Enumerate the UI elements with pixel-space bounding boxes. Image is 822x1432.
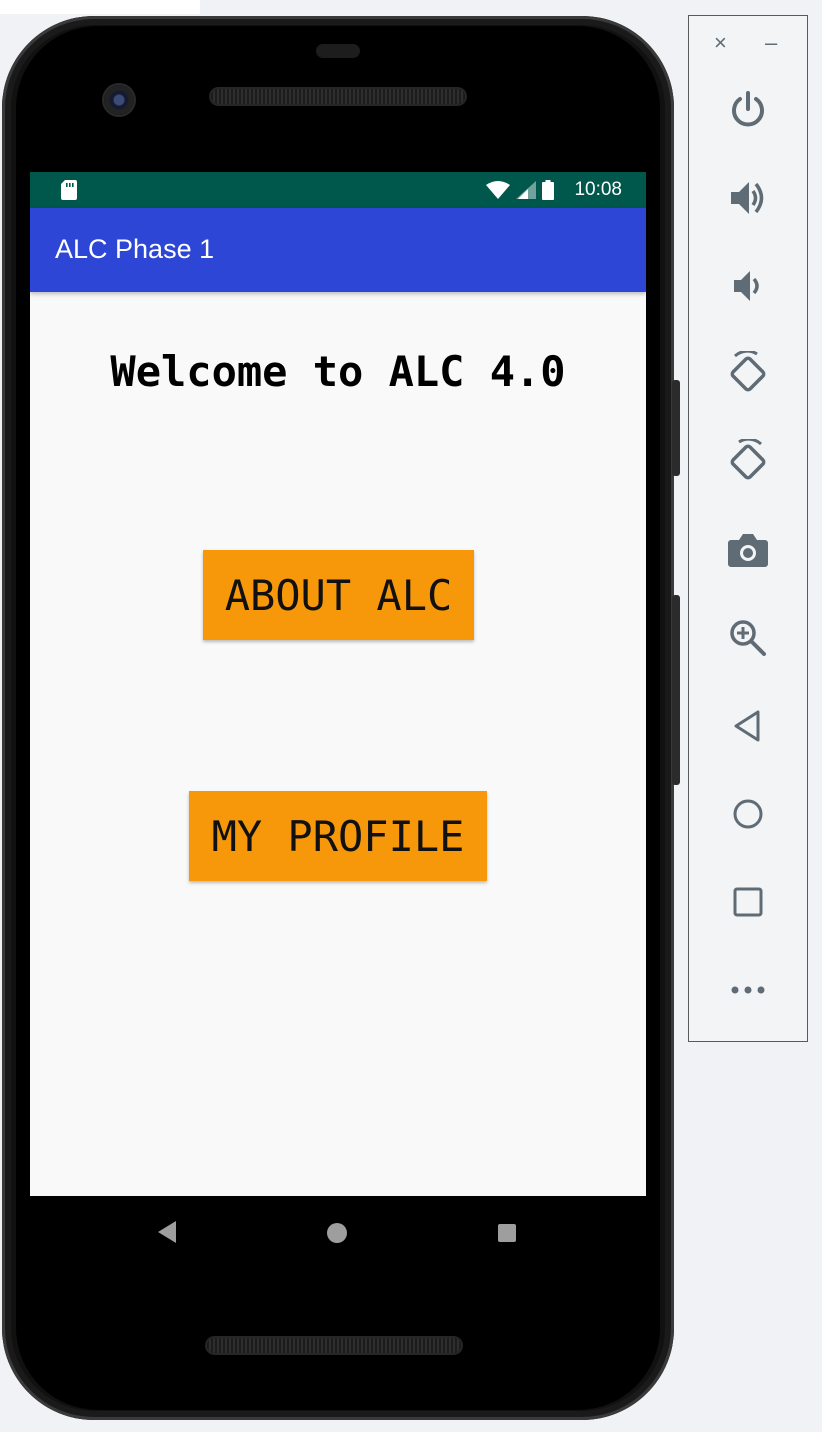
screenshot-button[interactable] (721, 523, 775, 577)
status-time: 10:08 (574, 179, 622, 200)
camera-icon (728, 534, 768, 567)
overview-button[interactable] (721, 875, 775, 929)
status-bar: 10:08 (30, 172, 646, 208)
about-alc-button[interactable]: ABOUT ALC (203, 550, 474, 640)
zoom-icon (730, 620, 766, 656)
nav-back-icon[interactable] (158, 1221, 176, 1243)
my-profile-button[interactable]: MY PROFILE (189, 791, 487, 881)
sd-card-icon (61, 180, 77, 200)
background-strip (0, 0, 200, 14)
phone-volume-key (672, 595, 680, 785)
phone-sensor (316, 44, 360, 58)
nav-home-icon[interactable] (327, 1223, 347, 1243)
home-button[interactable] (721, 787, 775, 841)
phone-screen: 10:08 ALC Phase 1 Welcome to ALC 4.0 ABO… (30, 172, 646, 1196)
wifi-icon (486, 181, 510, 199)
overview-icon (733, 887, 763, 917)
close-icon[interactable]: × (714, 32, 727, 54)
welcome-heading: Welcome to ALC 4.0 (110, 347, 566, 396)
home-icon (733, 799, 763, 829)
volume-down-icon (734, 271, 759, 301)
minimize-icon[interactable]: – (765, 32, 777, 54)
front-camera (104, 85, 134, 115)
power-button[interactable] (721, 83, 775, 137)
app-title: ALC Phase 1 (55, 234, 215, 264)
volume-up-icon (731, 182, 764, 214)
battery-icon (542, 180, 554, 200)
more-button[interactable] (721, 963, 775, 1017)
navigation-bar (30, 1196, 646, 1266)
back-icon (734, 710, 760, 742)
back-button[interactable] (721, 699, 775, 753)
volume-up-button[interactable] (721, 171, 775, 225)
rotate-left-icon (730, 351, 766, 392)
emulator-toolbar: × – (688, 15, 808, 1042)
status-icons (486, 180, 554, 200)
volume-down-button[interactable] (721, 259, 775, 313)
signal-icon (516, 181, 536, 199)
rotate-right-button[interactable] (721, 435, 775, 489)
nav-recents-icon[interactable] (498, 1224, 516, 1242)
power-icon (732, 91, 764, 127)
bottom-speaker (207, 1338, 461, 1353)
zoom-button[interactable] (721, 611, 775, 665)
rotate-right-icon (730, 439, 766, 480)
more-icon (731, 986, 765, 994)
rotate-left-button[interactable] (721, 347, 775, 401)
phone-power-key (672, 380, 680, 476)
app-bar: ALC Phase 1 (30, 208, 646, 292)
earpiece-speaker (211, 89, 465, 104)
